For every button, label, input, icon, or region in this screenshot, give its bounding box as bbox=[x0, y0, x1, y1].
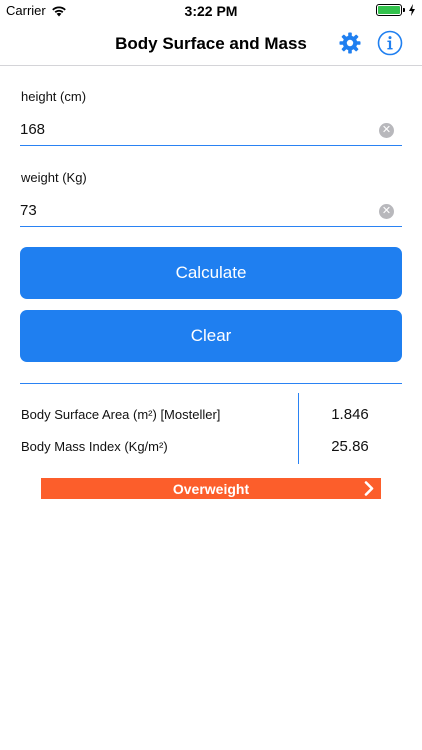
charging-bolt-icon bbox=[409, 4, 415, 16]
weight-label: weight (Kg) bbox=[21, 170, 87, 185]
battery-cap bbox=[403, 8, 405, 12]
battery-icon bbox=[376, 4, 402, 16]
weight-clear-icon[interactable]: ✕ bbox=[379, 204, 394, 219]
status-time: 3:22 PM bbox=[184, 3, 238, 19]
height-label: height (cm) bbox=[21, 89, 87, 104]
bsa-value: 1.846 bbox=[331, 406, 369, 423]
nav-bar: Body Surface and Mass bbox=[0, 22, 422, 66]
results-column-divider bbox=[298, 393, 299, 464]
calculate-button[interactable]: Calculate bbox=[20, 247, 402, 299]
bmi-category-label: Overweight bbox=[172, 480, 250, 497]
status-bar: Carrier 3:22 PM bbox=[0, 0, 422, 22]
info-icon[interactable] bbox=[377, 30, 403, 56]
bmi-category-bar[interactable]: Overweight bbox=[41, 478, 381, 499]
results-divider bbox=[20, 383, 402, 384]
height-input[interactable] bbox=[20, 114, 402, 146]
height-clear-icon[interactable]: ✕ bbox=[379, 123, 394, 138]
gear-icon[interactable] bbox=[338, 31, 362, 55]
battery-fill bbox=[378, 6, 400, 14]
clear-button[interactable]: Clear bbox=[20, 310, 402, 362]
weight-input[interactable] bbox=[20, 195, 402, 227]
chevron-right-icon bbox=[364, 481, 374, 496]
battery-group bbox=[376, 4, 416, 16]
bmi-value: 25.86 bbox=[331, 438, 369, 455]
bmi-label: Body Mass Index (Kg/m²) bbox=[21, 439, 168, 454]
bsa-label: Body Surface Area (m²) [Mosteller] bbox=[21, 407, 221, 422]
